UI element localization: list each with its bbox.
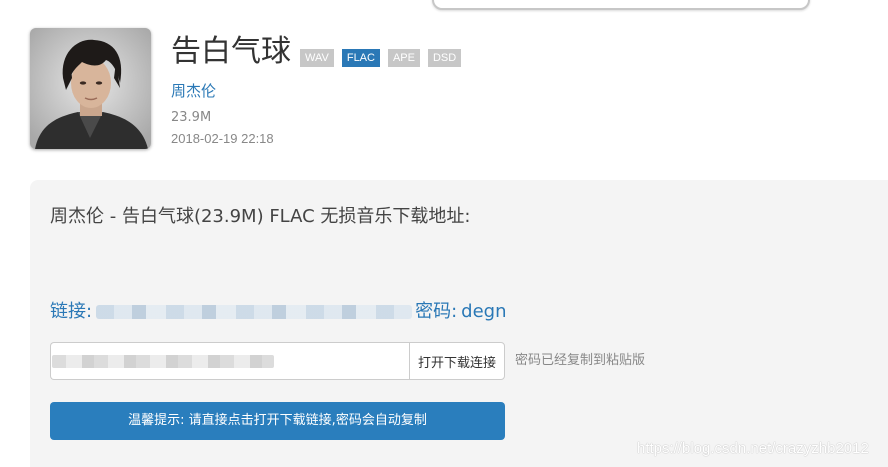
- password-value: degn: [461, 301, 507, 322]
- link-line: 链接: 密码: degn: [50, 299, 507, 325]
- open-download-link-button[interactable]: 打开下载连接: [409, 342, 505, 380]
- format-badge-wav[interactable]: WAV: [300, 49, 334, 67]
- copy-status: 密码已经复制到粘贴版: [515, 353, 646, 368]
- artist-photo: [30, 28, 151, 149]
- search-box[interactable]: [432, 0, 810, 10]
- song-title: 告白气球: [171, 34, 291, 69]
- upload-date: 2018-02-19 22:18: [171, 131, 274, 146]
- download-panel: 周杰伦 - 告白气球(23.9M) FLAC 无损音乐下载地址: 链接: 密码:…: [30, 180, 888, 467]
- format-badge-flac[interactable]: FLAC: [341, 49, 380, 67]
- file-size: 23.9M: [171, 110, 212, 125]
- album-cover: [30, 28, 151, 149]
- link-input-group: 打开下载连接: [50, 342, 505, 380]
- page: 告白气球 WAV FLAC APE DSD 周杰伦 23.9M 2018-02-…: [0, 0, 888, 467]
- artist-link[interactable]: 周杰伦: [171, 80, 216, 102]
- format-badge-dsd[interactable]: DSD: [427, 49, 462, 67]
- watermark: https://blog.csdn.net/crazyzhb2012: [637, 440, 869, 457]
- download-heading: 周杰伦 - 告白气球(23.9M) FLAC 无损音乐下载地址:: [50, 206, 471, 227]
- download-link-url[interactable]: [96, 305, 413, 319]
- download-link-input[interactable]: [50, 342, 409, 380]
- format-badges: WAV FLAC APE DSD: [300, 49, 462, 67]
- link-label: 链接:: [50, 301, 93, 322]
- tip-button[interactable]: 温馨提示: 请直接点击打开下载链接,密码会自动复制: [50, 402, 505, 440]
- password-label: 密码:: [415, 301, 458, 322]
- format-badge-ape[interactable]: APE: [387, 49, 420, 67]
